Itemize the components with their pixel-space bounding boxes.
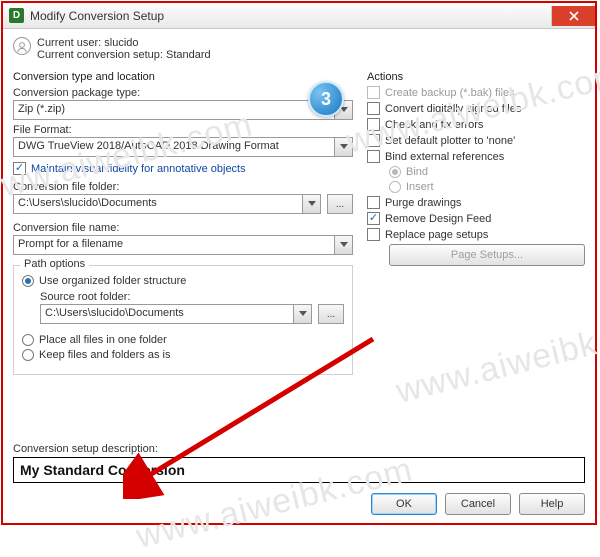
chk-convert-signed[interactable] bbox=[367, 102, 380, 115]
left-column: Conversion type and location Conversion … bbox=[13, 69, 353, 375]
chk-default-plotter[interactable] bbox=[367, 134, 380, 147]
lbl-default-plotter: Set default plotter to 'none' bbox=[385, 135, 515, 147]
conversion-folder-label: Conversion file folder: bbox=[13, 181, 353, 193]
file-format-dropdown[interactable]: DWG TrueView 2018/AutoCAD 2018 Drawing F… bbox=[13, 137, 353, 157]
conversion-folder-dropdown[interactable]: C:\Users\slucido\Documents bbox=[13, 194, 321, 214]
description-input[interactable]: My Standard Conversion bbox=[13, 457, 585, 483]
path-options-group: Path options Use organized folder struct… bbox=[13, 265, 353, 375]
ok-button[interactable]: OK bbox=[371, 493, 437, 515]
chevron-down-icon[interactable] bbox=[335, 137, 353, 157]
lbl-purge: Purge drawings bbox=[385, 197, 461, 209]
lbl-create-backup: Create backup (*.bak) files bbox=[385, 87, 515, 99]
lbl-bind-external: Bind external references bbox=[385, 151, 504, 163]
dialog-window: D Modify Conversion Setup Current user: … bbox=[1, 1, 597, 525]
conversion-folder-value: C:\Users\slucido\Documents bbox=[13, 194, 303, 214]
current-user-value: slucido bbox=[104, 37, 138, 49]
conversion-filename-label: Conversion file name: bbox=[13, 222, 353, 234]
source-root-label: Source root folder: bbox=[40, 291, 344, 303]
right-column: Actions Create backup (*.bak) files Conv… bbox=[367, 69, 585, 375]
lbl-insert: Insert bbox=[406, 181, 434, 193]
chevron-down-icon[interactable] bbox=[294, 304, 312, 324]
conversion-filename-dropdown[interactable]: Prompt for a filename bbox=[13, 235, 353, 255]
radio-one-folder[interactable] bbox=[22, 334, 34, 346]
lbl-bind: Bind bbox=[406, 166, 428, 178]
file-format-value: DWG TrueView 2018/AutoCAD 2018 Drawing F… bbox=[13, 137, 335, 157]
section-conversion-type: Conversion type and location bbox=[13, 71, 353, 83]
window-buttons bbox=[551, 6, 595, 26]
user-icon bbox=[13, 37, 31, 55]
cancel-button[interactable]: Cancel bbox=[445, 493, 511, 515]
titlebar: D Modify Conversion Setup bbox=[3, 3, 595, 29]
page-setups-button: Page Setups... bbox=[389, 244, 585, 266]
radio-bind bbox=[389, 166, 401, 178]
package-type-value: Zip (*.zip) bbox=[13, 100, 335, 120]
description-label: Conversion setup description: bbox=[13, 443, 585, 455]
step-badge: 3 bbox=[308, 81, 344, 117]
browse-source-button[interactable]: ... bbox=[318, 304, 344, 324]
current-user-label: Current user: bbox=[37, 37, 101, 49]
radio-organized-label: Use organized folder structure bbox=[39, 275, 186, 287]
chk-purge[interactable] bbox=[367, 196, 380, 209]
app-icon: D bbox=[9, 8, 24, 23]
package-type-label: Conversion package type: bbox=[13, 87, 353, 99]
chk-remove-feed[interactable] bbox=[367, 212, 380, 225]
lbl-remove-feed: Remove Design Feed bbox=[385, 213, 491, 225]
radio-one-folder-label: Place all files in one folder bbox=[39, 334, 167, 346]
source-root-value: C:\Users\slucido\Documents bbox=[40, 304, 294, 324]
browse-folder-button[interactable]: ... bbox=[327, 194, 353, 214]
source-root-dropdown[interactable]: C:\Users\slucido\Documents bbox=[40, 304, 312, 324]
path-options-legend: Path options bbox=[20, 258, 89, 270]
maintain-fidelity-checkbox[interactable] bbox=[13, 162, 26, 175]
lbl-replace-setups: Replace page setups bbox=[385, 229, 488, 241]
current-user-block: Current user: slucido Current conversion… bbox=[13, 37, 585, 61]
radio-insert bbox=[389, 181, 401, 193]
actions-heading: Actions bbox=[367, 71, 585, 83]
chevron-down-icon[interactable] bbox=[303, 194, 321, 214]
package-type-dropdown[interactable]: Zip (*.zip) bbox=[13, 100, 353, 120]
current-setup-label: Current conversion setup: bbox=[37, 49, 163, 61]
file-format-label: File Format: bbox=[13, 124, 353, 136]
lbl-check-fix: Check and fix errors bbox=[385, 119, 483, 131]
radio-keep-asis[interactable] bbox=[22, 349, 34, 361]
chevron-down-icon[interactable] bbox=[335, 235, 353, 255]
chk-check-fix[interactable] bbox=[367, 118, 380, 131]
radio-keep-asis-label: Keep files and folders as is bbox=[39, 349, 170, 361]
dialog-buttons: OK Cancel Help bbox=[371, 493, 585, 515]
help-button[interactable]: Help bbox=[519, 493, 585, 515]
chk-create-backup bbox=[367, 86, 380, 99]
lbl-convert-signed: Convert digitally signed files bbox=[385, 103, 521, 115]
current-setup-value: Standard bbox=[166, 49, 211, 61]
chk-replace-setups[interactable] bbox=[367, 228, 380, 241]
close-button[interactable] bbox=[551, 6, 595, 26]
maintain-fidelity-label: Maintain visual fidelity for annotative … bbox=[31, 163, 246, 175]
window-title: Modify Conversion Setup bbox=[30, 9, 164, 23]
chk-bind-external[interactable] bbox=[367, 150, 380, 163]
description-section: Conversion setup description: My Standar… bbox=[13, 443, 585, 483]
radio-organized-structure[interactable] bbox=[22, 275, 34, 287]
conversion-filename-value: Prompt for a filename bbox=[13, 235, 335, 255]
